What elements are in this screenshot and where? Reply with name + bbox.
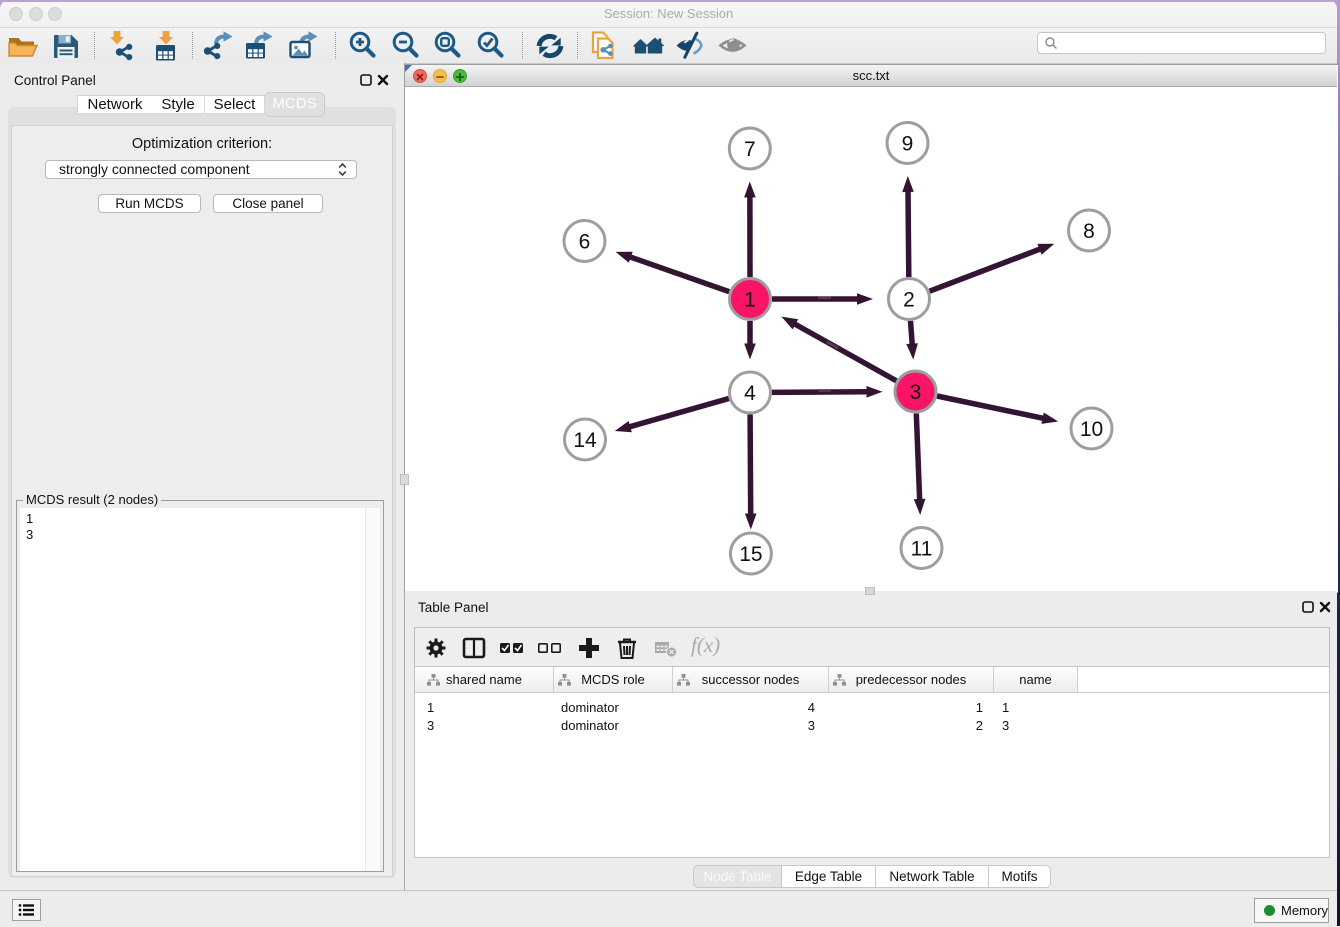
svg-text:3: 3 <box>910 381 922 404</box>
svg-text:10: 10 <box>1080 418 1103 441</box>
svg-text:8: 8 <box>1083 220 1095 243</box>
svg-text:7: 7 <box>744 138 756 161</box>
svg-text:1: 1 <box>744 289 756 312</box>
svg-text:11: 11 <box>911 538 933 561</box>
svg-text:2: 2 <box>903 289 915 312</box>
svg-text:4: 4 <box>744 382 756 405</box>
svg-text:9: 9 <box>902 133 914 156</box>
svg-text:6: 6 <box>579 231 591 254</box>
svg-text:15: 15 <box>739 543 762 566</box>
svg-text:14: 14 <box>573 429 597 452</box>
